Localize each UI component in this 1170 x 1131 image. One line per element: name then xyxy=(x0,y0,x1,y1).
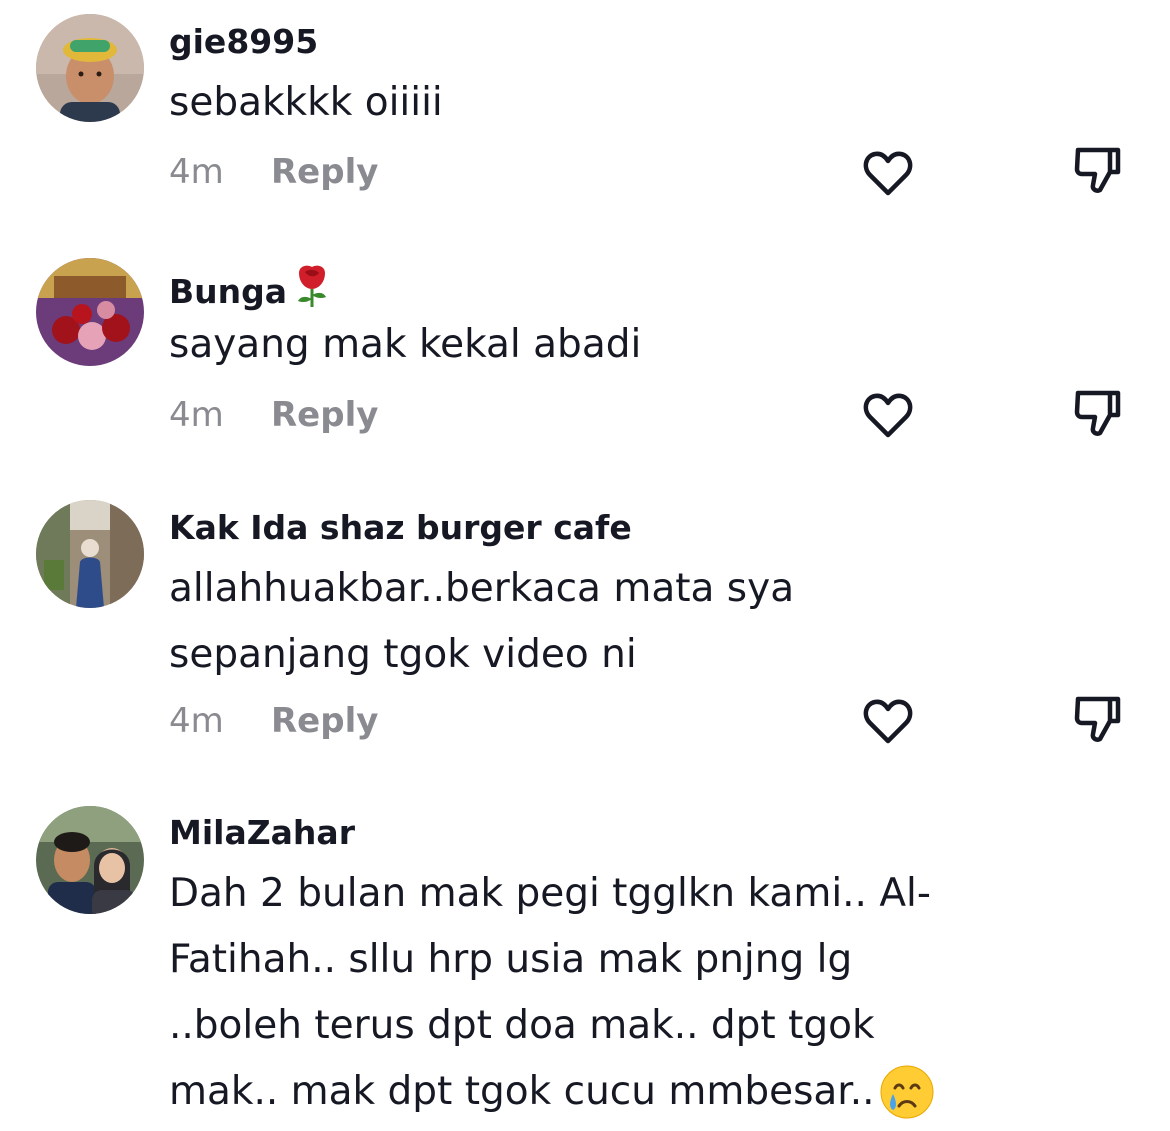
comment-text: sayang mak kekal abadi xyxy=(169,322,642,367)
comment-text: sebakkkk oiiiii xyxy=(169,80,443,125)
crying-face-emoji xyxy=(879,1064,935,1131)
thumbs-down-outline-icon[interactable] xyxy=(1072,693,1124,745)
comment-time: 4m xyxy=(169,701,224,741)
rose-emoji xyxy=(291,263,333,317)
reply-button[interactable]: Reply xyxy=(271,395,378,435)
heart-outline-icon[interactable] xyxy=(862,697,914,745)
comment-username[interactable]: gie8995 xyxy=(169,22,318,61)
comment-username-text: Bunga xyxy=(169,272,288,311)
comment-text: Dah 2 bulan mak pegi tgglkn kami.. Al-Fa… xyxy=(169,861,989,1131)
comment-meta: 4m Reply xyxy=(169,395,378,435)
reply-button[interactable]: Reply xyxy=(271,152,378,192)
comment-username[interactable]: MilaZahar xyxy=(169,813,355,852)
thumbs-down-outline-icon[interactable] xyxy=(1072,144,1124,196)
comment-text: allahhuakbar..berkaca mata sya sepanjang… xyxy=(169,566,795,677)
reply-button[interactable]: Reply xyxy=(271,701,378,741)
comment-time: 4m xyxy=(169,152,224,192)
avatar[interactable] xyxy=(36,806,144,914)
comment-meta: 4m Reply xyxy=(169,701,378,741)
thumbs-down-outline-icon[interactable] xyxy=(1072,387,1124,439)
comment-meta: 4m Reply xyxy=(169,152,378,192)
comment-text-body: Dah 2 bulan mak pegi tgglkn kami.. Al-Fa… xyxy=(169,871,931,1114)
heart-outline-icon[interactable] xyxy=(862,149,914,197)
comment-username[interactable]: Bunga xyxy=(169,263,333,317)
avatar[interactable] xyxy=(36,258,144,366)
avatar[interactable] xyxy=(36,500,144,608)
heart-outline-icon[interactable] xyxy=(862,391,914,439)
comment-username[interactable]: Kak Ida shaz burger cafe xyxy=(169,508,632,547)
comment-time: 4m xyxy=(169,395,224,435)
avatar[interactable] xyxy=(36,14,144,122)
